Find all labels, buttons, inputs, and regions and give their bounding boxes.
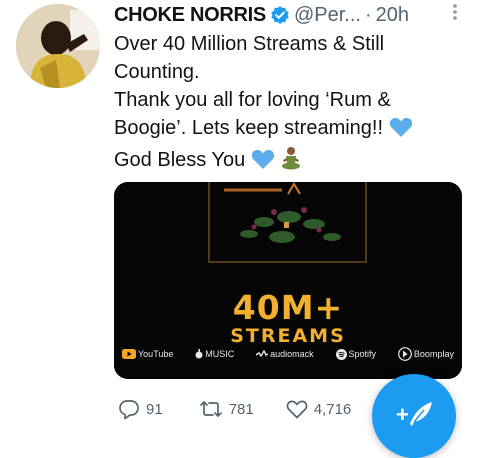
heart-icon: [286, 400, 308, 419]
retweet-button[interactable]: 781: [199, 398, 254, 420]
audiomack-logo: audiomack: [256, 349, 314, 359]
streams-banner: 40M+ STREAMS: [114, 288, 462, 347]
platform-label: MUSIC: [205, 349, 235, 359]
like-button[interactable]: 4,716: [286, 399, 352, 419]
compose-tweet-button[interactable]: +: [372, 374, 456, 458]
user-handle[interactable]: @Per...: [294, 4, 361, 27]
platform-label: YouTube: [138, 349, 174, 359]
blue-heart-icon: [251, 148, 275, 178]
tweet-text-line: Thank you all for loving ‘Rum & Boogie’.…: [114, 89, 391, 139]
tweet-text-line: God Bless You: [114, 149, 246, 171]
reply-count: 91: [146, 400, 163, 418]
tweet-header: CHOKE NORRIS @Per... · 20h: [114, 0, 409, 30]
tweet-timestamp[interactable]: 20h: [376, 4, 409, 27]
retweet-count: 781: [228, 400, 254, 418]
meditating-person-icon: [280, 146, 302, 178]
boomplay-icon: [398, 347, 412, 361]
tweet-text-line: Over 40 Million Streams & Still Counting…: [114, 33, 385, 83]
avatar[interactable]: [16, 4, 100, 88]
more-options-icon[interactable]: [452, 2, 458, 27]
spotify-logo: Spotify: [335, 348, 377, 360]
subheadline-text: STREAMS: [230, 325, 346, 347]
boomplay-logo: Boomplay: [398, 347, 454, 361]
like-count: 4,716: [313, 400, 352, 418]
reply-button[interactable]: 91: [118, 398, 163, 420]
platform-logos: YouTube MUSIC audiomack Spotify Boomplay: [122, 347, 454, 361]
youtube-logo: YouTube: [122, 349, 173, 359]
apple-icon: [195, 349, 203, 359]
tweet-media-image[interactable]: 40M+ STREAMS YouTube MUSIC audiomack Spo…: [114, 182, 462, 379]
headline-text: 40M+: [232, 288, 344, 327]
platform-label: audiomack: [270, 349, 314, 359]
blue-heart-icon: [389, 116, 413, 146]
separator-dot: ·: [364, 3, 372, 26]
apple-music-logo: MUSIC: [195, 349, 234, 359]
tweet-actions: 91 781 4,716: [118, 398, 351, 420]
tweet-text: Over 40 Million Streams & Still Counting…: [114, 30, 464, 178]
audiomack-icon: [256, 350, 269, 358]
youtube-icon: [122, 349, 136, 359]
platform-label: Spotify: [348, 349, 377, 359]
display-name[interactable]: CHOKE NORRIS: [114, 4, 266, 27]
feather-icon: [410, 402, 432, 426]
reply-icon: [119, 400, 139, 420]
retweet-icon: [199, 401, 222, 417]
spotify-icon: [335, 348, 347, 360]
platform-label: Boomplay: [413, 349, 454, 359]
verified-badge-icon: [270, 5, 290, 25]
